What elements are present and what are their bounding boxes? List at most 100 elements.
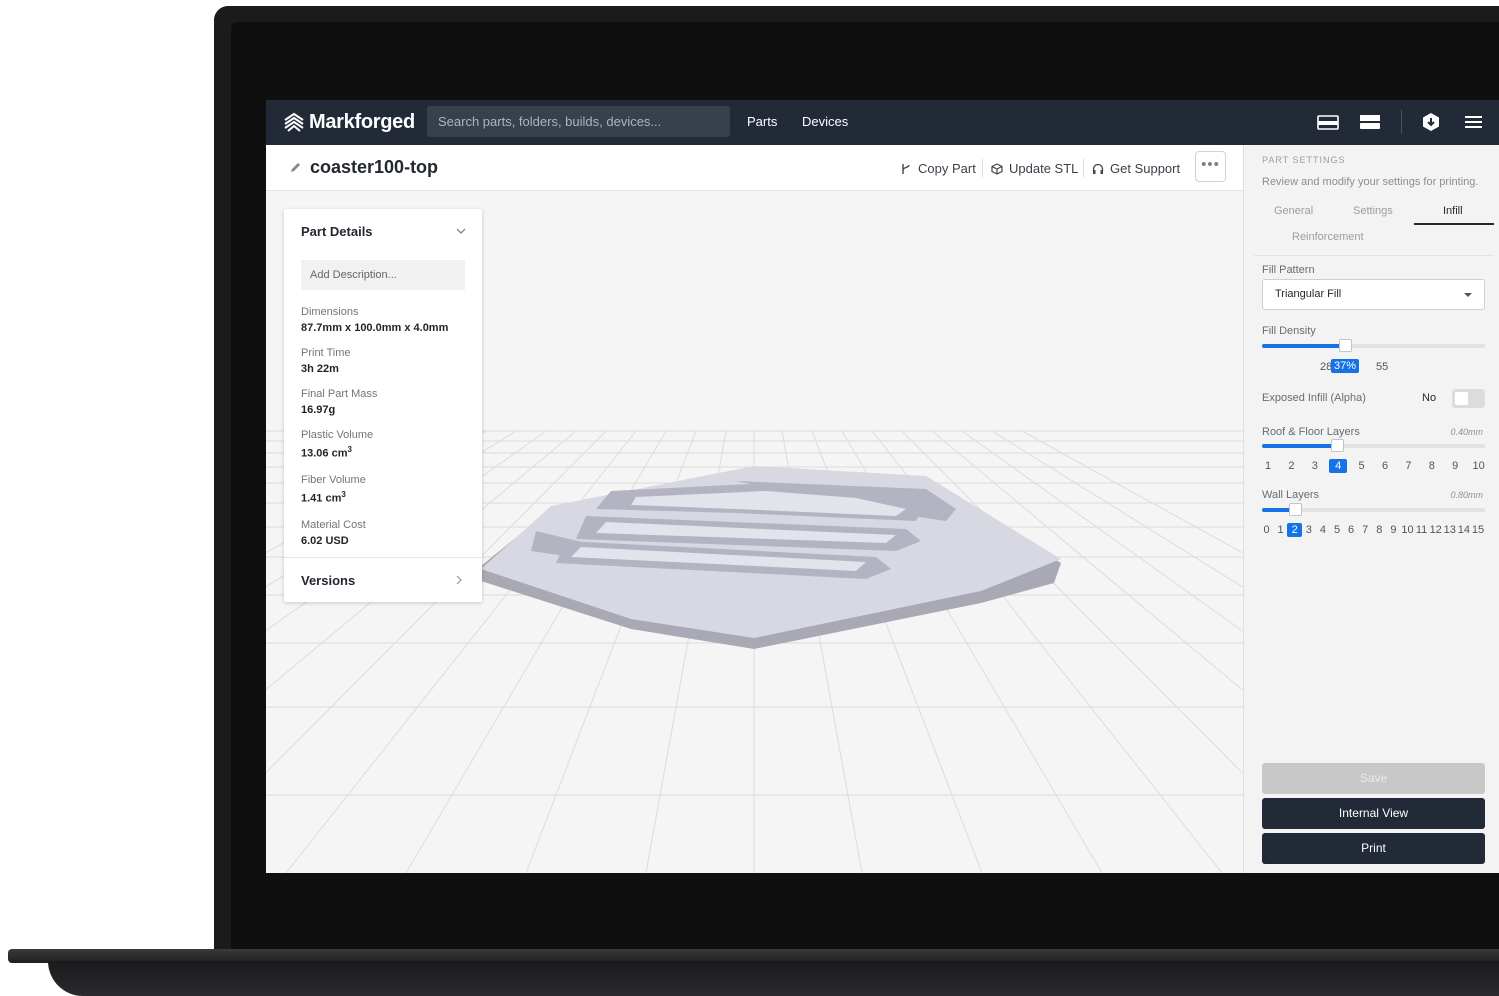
card-divider — [284, 557, 482, 558]
tab-general[interactable]: General — [1274, 205, 1313, 217]
fill-density-label: Fill Density — [1262, 325, 1316, 337]
markforged-logo-icon — [284, 112, 304, 132]
pencil-icon[interactable] — [290, 162, 301, 173]
fill-pattern-value: Triangular Fill — [1275, 288, 1342, 300]
wall_layers-tick[interactable]: 13 — [1442, 523, 1457, 537]
wall_layers-tick[interactable]: 0 — [1259, 523, 1274, 537]
roof-floor-label: Roof & Floor Layers — [1262, 426, 1360, 438]
printer-icon[interactable] — [1359, 112, 1381, 132]
detail-plastic-volume: Plastic Volume 13.06 cm3 — [301, 429, 373, 460]
roof_floor-tick[interactable]: 9 — [1446, 459, 1464, 473]
detail-value: 16.97g — [301, 404, 336, 416]
print-button[interactable]: Print — [1262, 833, 1485, 864]
versions-link[interactable]: Versions — [301, 573, 355, 588]
fill-density-handle[interactable] — [1339, 339, 1352, 352]
unit-exponent: 3 — [347, 445, 352, 454]
laptop-base — [8, 949, 1499, 996]
detail-label: Material Cost — [301, 519, 366, 531]
update-stl-label: Update STL — [1009, 161, 1079, 176]
wall-layers-label: Wall Layers — [1262, 489, 1320, 501]
fiber-volume-value: 1.41 cm — [301, 492, 342, 505]
tab-infill[interactable]: Infill — [1443, 205, 1463, 217]
part-details-card: Part Details Dimensions 87.7mm x 100.0mm… — [284, 209, 482, 602]
wall_layers-tick[interactable]: 14 — [1456, 523, 1471, 537]
exposed-infill-toggle[interactable] — [1452, 389, 1485, 408]
copy-part-button[interactable]: Copy Part — [900, 161, 976, 176]
tab-settings[interactable]: Settings — [1353, 205, 1393, 217]
roof_floor-tick[interactable]: 4 — [1329, 459, 1348, 473]
tabs-divider — [1254, 255, 1494, 256]
wall_layers-tick[interactable]: 8 — [1372, 523, 1387, 537]
part-details-title: Part Details — [301, 224, 373, 239]
description-input[interactable] — [301, 260, 465, 290]
detail-value: 87.7mm x 100.0mm x 4.0mm — [301, 322, 449, 334]
nav-parts[interactable]: Parts — [747, 114, 777, 129]
chevron-right-icon[interactable] — [454, 575, 464, 585]
headset-icon — [1092, 163, 1104, 174]
dropdown-caret-icon — [1464, 293, 1472, 297]
top-navbar: Markforged Parts Devices — [266, 100, 1499, 145]
fill-density-slider[interactable] — [1262, 339, 1485, 352]
wall_layers-tick[interactable]: 15 — [1471, 523, 1486, 537]
internal-view-button[interactable]: Internal View — [1262, 798, 1485, 829]
roof_floor-tick[interactable]: 8 — [1423, 459, 1441, 473]
settings-hex-icon[interactable] — [1420, 112, 1442, 132]
save-button[interactable]: Save — [1262, 763, 1485, 794]
fill-density-max: 55 — [1376, 361, 1389, 373]
wall_layers-tick[interactable]: 6 — [1344, 523, 1359, 537]
brand-name: Markforged — [309, 110, 415, 133]
detail-material-cost: Material Cost 6.02 USD — [301, 519, 366, 547]
wall_layers-tick[interactable]: 12 — [1428, 523, 1443, 537]
wall_layers-tick[interactable]: 10 — [1400, 523, 1415, 537]
update-stl-button[interactable]: Update STL — [991, 161, 1078, 176]
action-separator — [1083, 159, 1084, 177]
detail-value: 3h 22m — [301, 363, 339, 375]
wall_layers-tick[interactable]: 1 — [1273, 523, 1288, 537]
roof_floor-tick[interactable]: 10 — [1470, 459, 1488, 473]
wall_layers-tick[interactable]: 11 — [1414, 523, 1429, 537]
wall_layers-tick[interactable]: 9 — [1386, 523, 1401, 537]
roof-floor-slider[interactable] — [1262, 439, 1485, 452]
hamburger-menu-icon[interactable] — [1463, 112, 1485, 132]
get-support-button[interactable]: Get Support — [1092, 161, 1180, 176]
detail-dimensions: Dimensions 87.7mm x 100.0mm x 4.0mm — [301, 306, 448, 334]
wall_layers-tick[interactable]: 4 — [1315, 523, 1330, 537]
chevron-down-icon[interactable] — [456, 226, 466, 236]
roof_floor-tick[interactable]: 1 — [1259, 459, 1277, 473]
wall-layers-slider[interactable] — [1262, 503, 1485, 516]
part-settings-panel: PART SETTINGS Review and modify your set… — [1243, 145, 1499, 873]
roof-floor-handle[interactable] — [1331, 439, 1344, 452]
printer-tray-icon[interactable] — [1317, 112, 1339, 132]
get-support-label: Get Support — [1110, 161, 1181, 176]
roof_floor-tick[interactable]: 7 — [1399, 459, 1417, 473]
fill-density-value: 37% — [1331, 359, 1360, 373]
part-title[interactable]: coaster100-top — [310, 157, 438, 178]
part-header: coaster100-top Copy Part Update STL Get … — [266, 145, 1243, 191]
wall_layers-tick[interactable]: 7 — [1358, 523, 1373, 537]
markforged-logo[interactable]: Markforged — [283, 109, 415, 135]
wall_layers-tick[interactable]: 3 — [1301, 523, 1316, 537]
fill-pattern-select[interactable]: Triangular Fill — [1262, 279, 1485, 310]
panel-subtitle: Review and modify your settings for prin… — [1262, 176, 1479, 188]
wall-layers-handle[interactable] — [1289, 503, 1302, 516]
detail-print-time: Print Time 3h 22m — [301, 347, 351, 375]
roof_floor-tick[interactable]: 2 — [1282, 459, 1300, 473]
panel-title: PART SETTINGS — [1262, 155, 1346, 165]
detail-label: Final Part Mass — [301, 388, 378, 400]
more-options-button[interactable]: ••• — [1195, 151, 1226, 182]
roof_floor-tick[interactable]: 6 — [1376, 459, 1394, 473]
nav-devices[interactable]: Devices — [802, 114, 848, 129]
detail-fiber-volume: Fiber Volume 1.41 cm3 — [301, 474, 366, 505]
search-input[interactable] — [427, 106, 730, 137]
branch-icon — [902, 163, 910, 174]
wall-layers-thickness: 0.80mm — [1450, 490, 1483, 500]
roof_floor-tick[interactable]: 3 — [1306, 459, 1324, 473]
detail-value: 1.41 cm3 — [301, 490, 366, 505]
plastic-volume-value: 13.06 cm — [301, 447, 348, 460]
tab-reinforcement[interactable]: Reinforcement — [1292, 231, 1364, 243]
detail-value: 13.06 cm3 — [301, 445, 373, 460]
wall_layers-tick[interactable]: 5 — [1330, 523, 1345, 537]
wall_layers-tick[interactable]: 2 — [1287, 523, 1303, 537]
roof_floor-tick[interactable]: 5 — [1353, 459, 1371, 473]
action-separator — [982, 159, 983, 177]
